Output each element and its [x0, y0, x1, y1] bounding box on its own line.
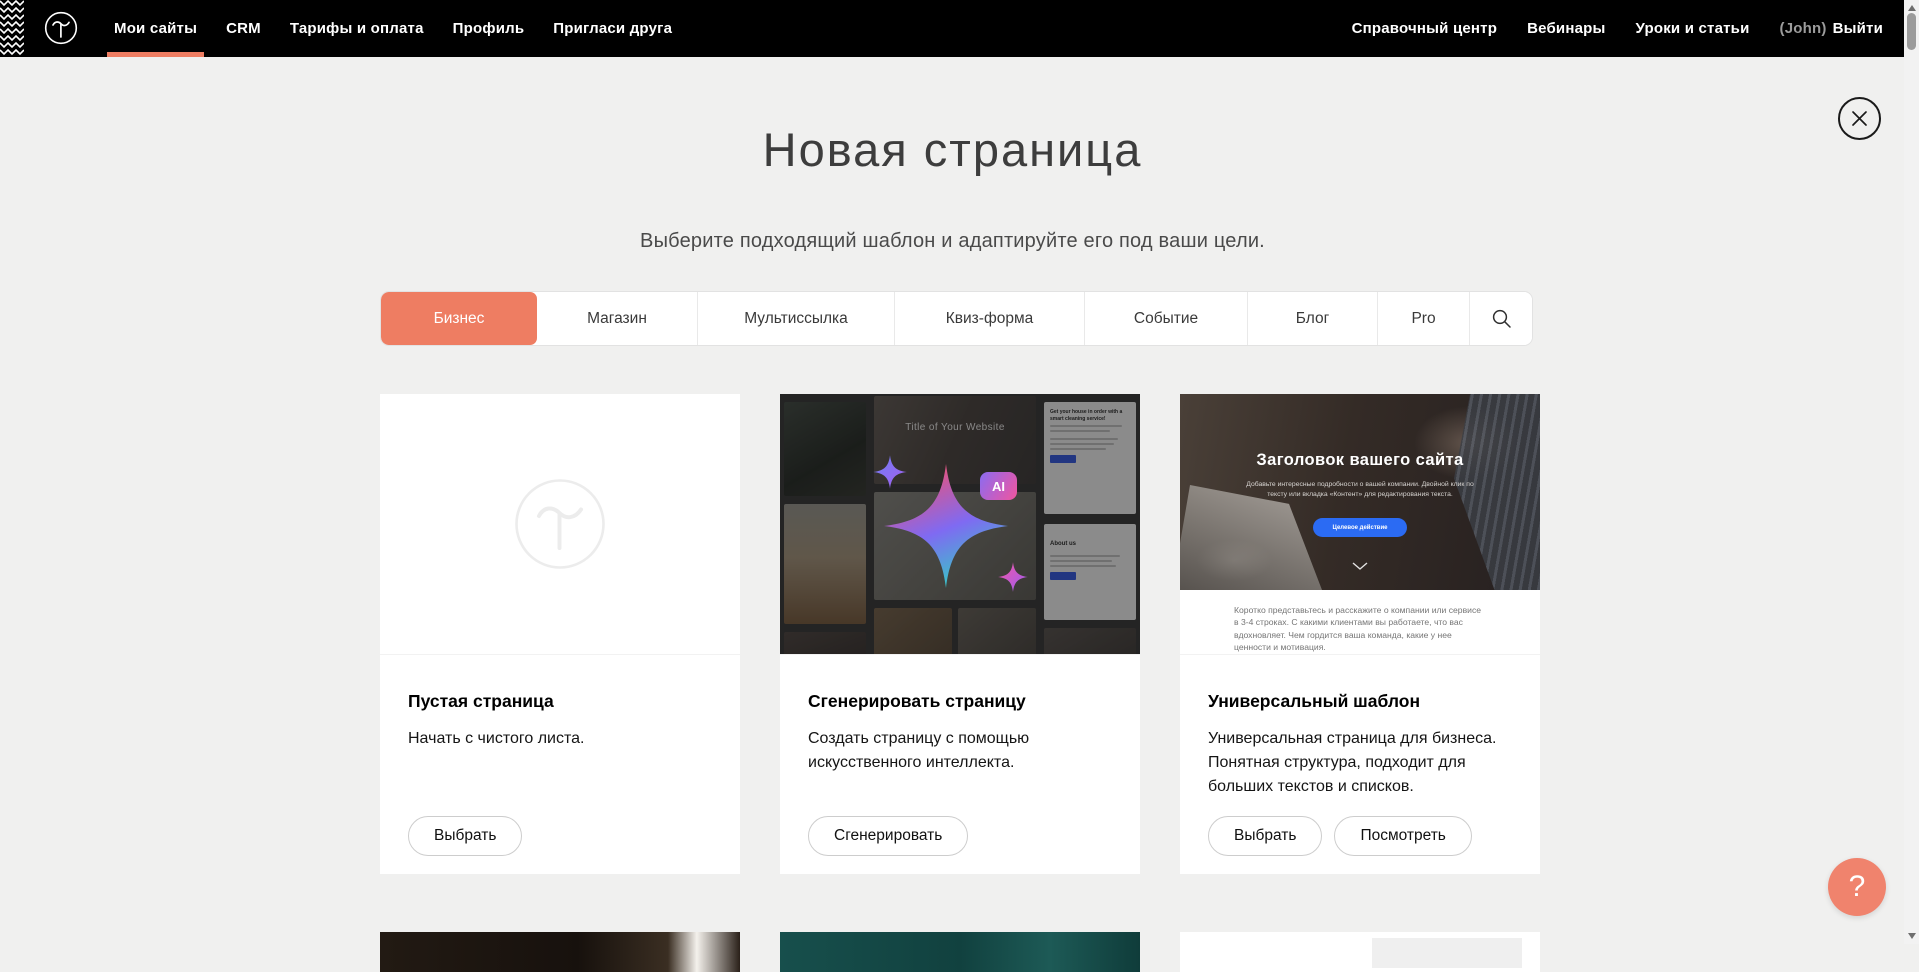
tilda-logo-icon[interactable]	[44, 11, 78, 45]
chevron-down-icon	[1352, 562, 1368, 570]
card-info: Пустая страница Начать с чистого листа.	[380, 655, 740, 751]
nav-item-webinars[interactable]: Вебинары	[1527, 0, 1605, 57]
page-subtitle: Выберите подходящий шаблон и адаптируйте…	[0, 230, 1905, 253]
template-card-partial[interactable]	[380, 932, 740, 972]
page-title: Новая страница	[0, 122, 1905, 177]
preview-button[interactable]: Посмотреть	[1334, 816, 1471, 856]
logout-link[interactable]: Выйти	[1833, 20, 1883, 37]
nav-item-crm[interactable]: CRM	[226, 0, 261, 57]
nav-item-label: Вебинары	[1527, 20, 1605, 37]
card-info: Сгенерировать страницу Создать страницу …	[780, 655, 1140, 775]
tab-pro[interactable]: Pro	[1378, 292, 1470, 345]
nav-item-invite-friend[interactable]: Пригласи друга	[553, 0, 672, 57]
nav-item-label: Мои сайты	[114, 20, 197, 37]
select-button[interactable]: Выбрать	[408, 816, 522, 856]
card-info: Универсальный шаблон Универсальная стран…	[1180, 655, 1540, 799]
card-buttons: Выбрать	[408, 816, 522, 856]
select-button[interactable]: Выбрать	[1208, 816, 1322, 856]
ai-badge: AI	[980, 472, 1017, 500]
template-cta-button: Целевое действие	[1313, 518, 1407, 537]
search-icon	[1491, 308, 1512, 329]
nav-item-label: Профиль	[453, 20, 525, 37]
nav-item-label: Пригласи друга	[553, 20, 672, 37]
ai-sparkle-icon	[868, 444, 1063, 619]
card-buttons: Выбрать Посмотреть	[1208, 816, 1472, 856]
tab-shop[interactable]: Магазин	[537, 292, 698, 345]
partial-preview-block	[1372, 938, 1522, 968]
template-card-universal: Заголовок вашего сайта Добавьте интересн…	[1180, 394, 1540, 874]
zigzag-pattern-icon	[0, 0, 24, 57]
ai-sparkle-group: AI	[868, 444, 1063, 619]
laptop-photo-shape	[1180, 485, 1322, 590]
vertical-scrollbar[interactable]	[1904, 0, 1919, 944]
template-category-tabs: Бизнес Магазин Мультиссылка Квиз-форма С…	[380, 291, 1533, 346]
template-card-partial[interactable]	[780, 932, 1140, 972]
nav-item-label: CRM	[226, 20, 261, 37]
card-title: Универсальный шаблон	[1208, 691, 1512, 712]
top-nav-bar: Мои сайты CRM Тарифы и оплата Профиль Пр…	[0, 0, 1905, 57]
card-description: Создать страницу с помощью искусственног…	[808, 727, 1112, 775]
universal-card-preview: Заголовок вашего сайта Добавьте интересн…	[1180, 394, 1540, 655]
next-template-row	[380, 932, 1540, 972]
template-cards-row: Пустая страница Начать с чистого листа. …	[380, 394, 1540, 874]
template-card-partial[interactable]	[1180, 932, 1540, 972]
template-card-blank: Пустая страница Начать с чистого листа. …	[380, 394, 740, 874]
nav-item-help-center[interactable]: Справочный центр	[1352, 0, 1498, 57]
nav-right-menu: Справочный центр Вебинары Уроки и статьи…	[1352, 0, 1883, 57]
nav-item-pricing[interactable]: Тарифы и оплата	[290, 0, 424, 57]
card-title: Сгенерировать страницу	[808, 691, 1112, 712]
template-intro-paragraph: Коротко представьтесь и расскажите о ком…	[1234, 604, 1486, 654]
template-card-ai: Title of Your Website Get your house in …	[780, 394, 1140, 874]
tab-blog[interactable]: Блог	[1248, 292, 1378, 345]
nav-item-my-sites[interactable]: Мои сайты	[114, 0, 197, 57]
tilda-watermark-icon	[513, 477, 607, 571]
nav-user-block: (John) Выйти	[1780, 0, 1883, 57]
ai-card-preview: Title of Your Website Get your house in …	[780, 394, 1140, 655]
card-description: Универсальная страница для бизнеса. Поня…	[1208, 727, 1512, 799]
nav-item-label: Справочный центр	[1352, 20, 1498, 37]
nav-item-label: Уроки и статьи	[1636, 20, 1750, 37]
user-name: (John)	[1780, 20, 1827, 37]
tab-multilink[interactable]: Мультиссылка	[698, 292, 895, 345]
template-hero-heading: Заголовок вашего сайта	[1180, 451, 1540, 470]
generate-button[interactable]: Сгенерировать	[808, 816, 968, 856]
nav-left-menu: Мои сайты CRM Тарифы и оплата Профиль Пр…	[114, 0, 672, 57]
tab-quiz-form[interactable]: Квиз-форма	[895, 292, 1085, 345]
triangle-down-icon	[1908, 933, 1916, 939]
card-title: Пустая страница	[408, 691, 712, 712]
template-collage: Title of Your Website Get your house in …	[780, 394, 1140, 654]
tab-business[interactable]: Бизнес	[381, 292, 537, 345]
card-buttons: Сгенерировать	[808, 816, 968, 856]
nav-item-label: Тарифы и оплата	[290, 20, 424, 37]
template-hero-section: Заголовок вашего сайта Добавьте интересн…	[1180, 394, 1540, 590]
triangle-up-icon	[1908, 5, 1916, 11]
tab-event[interactable]: Событие	[1085, 292, 1248, 345]
nav-item-profile[interactable]: Профиль	[453, 0, 525, 57]
scroll-down-arrow[interactable]	[1904, 929, 1919, 943]
blank-card-preview	[380, 394, 740, 655]
nav-item-lessons[interactable]: Уроки и статьи	[1636, 0, 1750, 57]
scrollbar-thumb[interactable]	[1907, 13, 1916, 50]
tab-search[interactable]	[1470, 292, 1532, 345]
card-description: Начать с чистого листа.	[408, 727, 712, 751]
help-button[interactable]: ?	[1828, 858, 1886, 916]
active-nav-underline	[107, 52, 204, 57]
template-hero-subtext: Добавьте интересные подробности о вашей …	[1242, 480, 1478, 500]
